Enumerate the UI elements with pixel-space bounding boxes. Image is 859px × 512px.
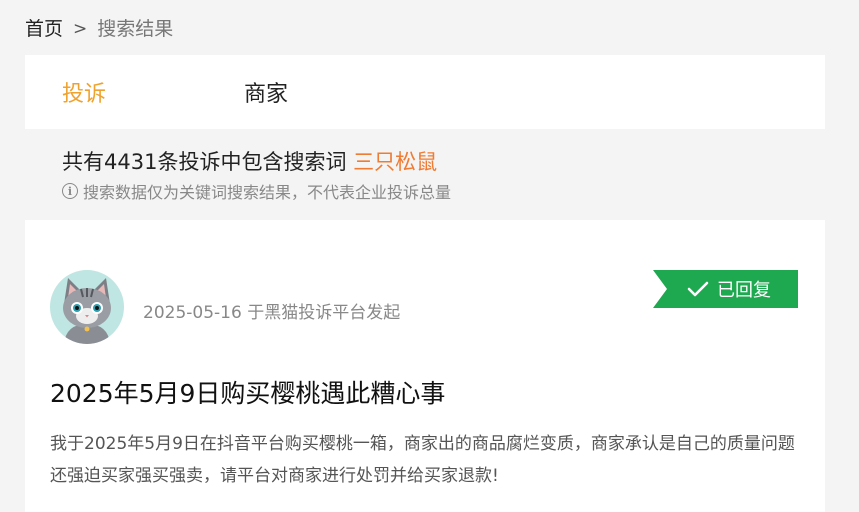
breadcrumb-current: 搜索结果 <box>97 18 174 40</box>
complaint-card[interactable]: 2025-05-16 于黑猫投诉平台发起 已回复 2025年5月9日购买樱桃遇此… <box>25 220 825 512</box>
breadcrumb-home-link[interactable]: 首页 <box>25 16 63 42</box>
breadcrumb-separator: > <box>73 19 88 39</box>
status-badge: 已回复 <box>653 270 798 308</box>
complaint-title[interactable]: 2025年5月9日购买樱桃遇此糟心事 <box>50 374 445 410</box>
search-tabs: 投诉 商家 <box>25 55 825 129</box>
search-summary: 共有4431条投诉中包含搜索词 三只松鼠 i 搜索数据仅为关键词搜索结果，不代表… <box>62 147 451 203</box>
complaint-body: 我于2025年5月9日在抖音平台购买樱桃一箱，商家出的商品腐烂变质，商家承认是自… <box>50 434 795 486</box>
complaint-meta: 2025-05-16 于黑猫投诉平台发起 <box>143 303 401 323</box>
result-note-text: 搜索数据仅为关键词搜索结果，不代表企业投诉总量 <box>83 183 452 202</box>
result-count-line: 共有4431条投诉中包含搜索词 三只松鼠 <box>62 147 451 177</box>
check-icon <box>687 281 709 297</box>
cat-avatar-icon <box>50 270 124 344</box>
tab-complaints[interactable]: 投诉 <box>62 76 106 108</box>
search-keyword: 三只松鼠 <box>353 150 438 174</box>
info-icon: i <box>62 183 78 199</box>
result-note-line: i 搜索数据仅为关键词搜索结果，不代表企业投诉总量 <box>62 179 451 203</box>
status-label: 已回复 <box>717 280 771 301</box>
tab-merchants[interactable]: 商家 <box>244 76 288 108</box>
breadcrumb: 首页 > 搜索结果 <box>25 16 173 42</box>
result-count-text: 共有4431条投诉中包含搜索词 <box>62 150 347 174</box>
